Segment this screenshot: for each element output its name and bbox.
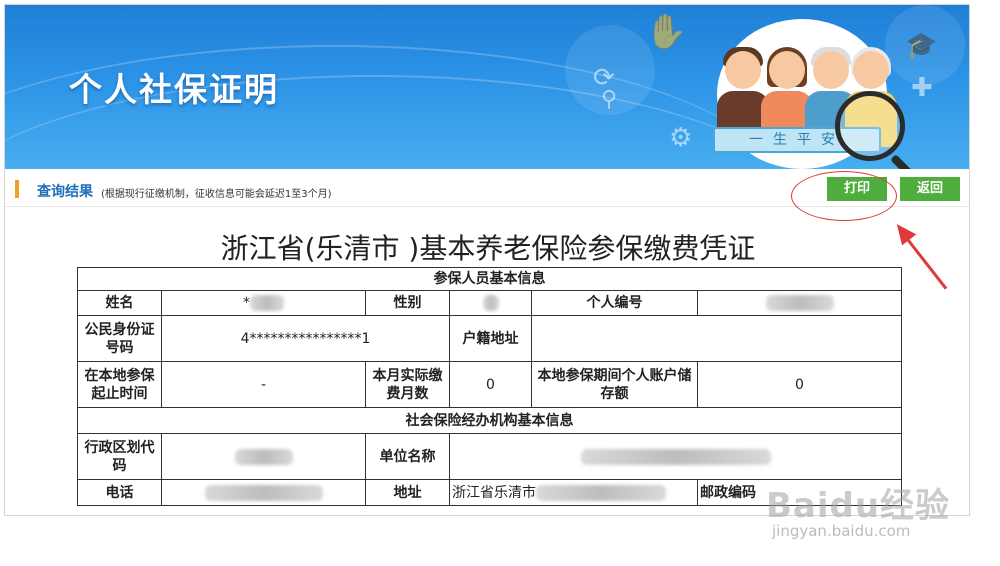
section-header: 参保人员基本信息 bbox=[77, 267, 902, 291]
redacted-text bbox=[250, 295, 284, 311]
redacted-text bbox=[482, 295, 499, 311]
period-value: - bbox=[161, 361, 366, 408]
region-code-label: 行政区划代码 bbox=[77, 433, 162, 480]
table-row: 公民身份证号码 4****************1 户籍地址 bbox=[77, 315, 902, 362]
redacted-text bbox=[234, 448, 293, 465]
gear-icon: ⚙ bbox=[669, 123, 693, 153]
personal-id-label: 个人编号 bbox=[531, 290, 698, 316]
page-frame: 个人社保证明 ✋ ⟳ ⚲ 🎓 ✚ ⚙ 一生平安 查询结果 (根据现行征缴机制，征… bbox=[4, 4, 970, 516]
household-value bbox=[531, 315, 902, 362]
table-row: 行政区划代码 单位名称 bbox=[77, 433, 902, 480]
header-banner: 个人社保证明 ✋ ⟳ ⚲ 🎓 ✚ ⚙ 一生平安 bbox=[5, 5, 969, 169]
name-value: * bbox=[161, 290, 366, 316]
table-row: 姓名 * 性别 个人编号 bbox=[77, 290, 902, 316]
family-illustration: 一生平安 bbox=[695, 13, 935, 169]
account-label: 本地参保期间个人账户储存额 bbox=[531, 361, 698, 408]
months-label: 本月实际缴费月数 bbox=[365, 361, 450, 408]
account-value: 0 bbox=[697, 361, 902, 408]
back-button[interactable]: 返回 bbox=[900, 177, 960, 201]
unit-name-value bbox=[449, 433, 902, 480]
baidu-watermark-url: jingyan.baidu.com bbox=[772, 522, 911, 540]
query-result-note: (根据现行征缴机制，征收信息可能会延迟1至3个月) bbox=[101, 189, 332, 200]
table-row: 社会保险经办机构基本信息 bbox=[77, 407, 902, 434]
table-row: 在本地参保起止时间 - 本月实际缴费月数 0 本地参保期间个人账户储存额 0 bbox=[77, 361, 902, 408]
magnifier-icon bbox=[835, 91, 905, 161]
query-result-title: 查询结果 bbox=[37, 184, 93, 200]
personal-id-value bbox=[697, 290, 902, 316]
baidu-watermark: Baidu经验 bbox=[766, 486, 951, 526]
redacted-text bbox=[536, 484, 666, 501]
phone-value bbox=[161, 479, 366, 506]
page-title: 个人社保证明 bbox=[69, 70, 279, 109]
idcard-value: 4****************1 bbox=[161, 315, 450, 362]
address-value: 浙江省乐清市 bbox=[449, 479, 698, 506]
section-accent bbox=[15, 180, 19, 198]
redacted-text bbox=[204, 484, 323, 501]
idcard-label: 公民身份证号码 bbox=[77, 315, 162, 362]
redacted-text bbox=[765, 295, 834, 311]
table-row: 参保人员基本信息 bbox=[77, 267, 902, 291]
address-label: 地址 bbox=[365, 479, 450, 506]
insurance-info-table: 参保人员基本信息 姓名 * 性别 个人编号 公民身份证号码 4*********… bbox=[77, 267, 902, 506]
redacted-text bbox=[580, 448, 771, 465]
household-label: 户籍地址 bbox=[449, 315, 532, 362]
months-value: 0 bbox=[449, 361, 532, 408]
unit-name-label: 单位名称 bbox=[365, 433, 450, 480]
hand-icon: ✋ bbox=[645, 12, 688, 52]
search-icon: ⚲ bbox=[601, 87, 618, 112]
gender-value bbox=[449, 290, 532, 316]
gender-label: 性别 bbox=[365, 290, 450, 316]
document-title: 浙江省(乐清市 )基本养老保险参保缴费凭证 bbox=[220, 232, 756, 265]
annotation-highlight-circle bbox=[791, 171, 897, 221]
period-label: 在本地参保起止时间 bbox=[77, 361, 162, 408]
name-label: 姓名 bbox=[77, 290, 162, 316]
phone-label: 电话 bbox=[77, 479, 162, 506]
magnifier-handle bbox=[890, 154, 918, 169]
region-code-value bbox=[161, 433, 366, 480]
section-header: 社会保险经办机构基本信息 bbox=[77, 407, 902, 434]
